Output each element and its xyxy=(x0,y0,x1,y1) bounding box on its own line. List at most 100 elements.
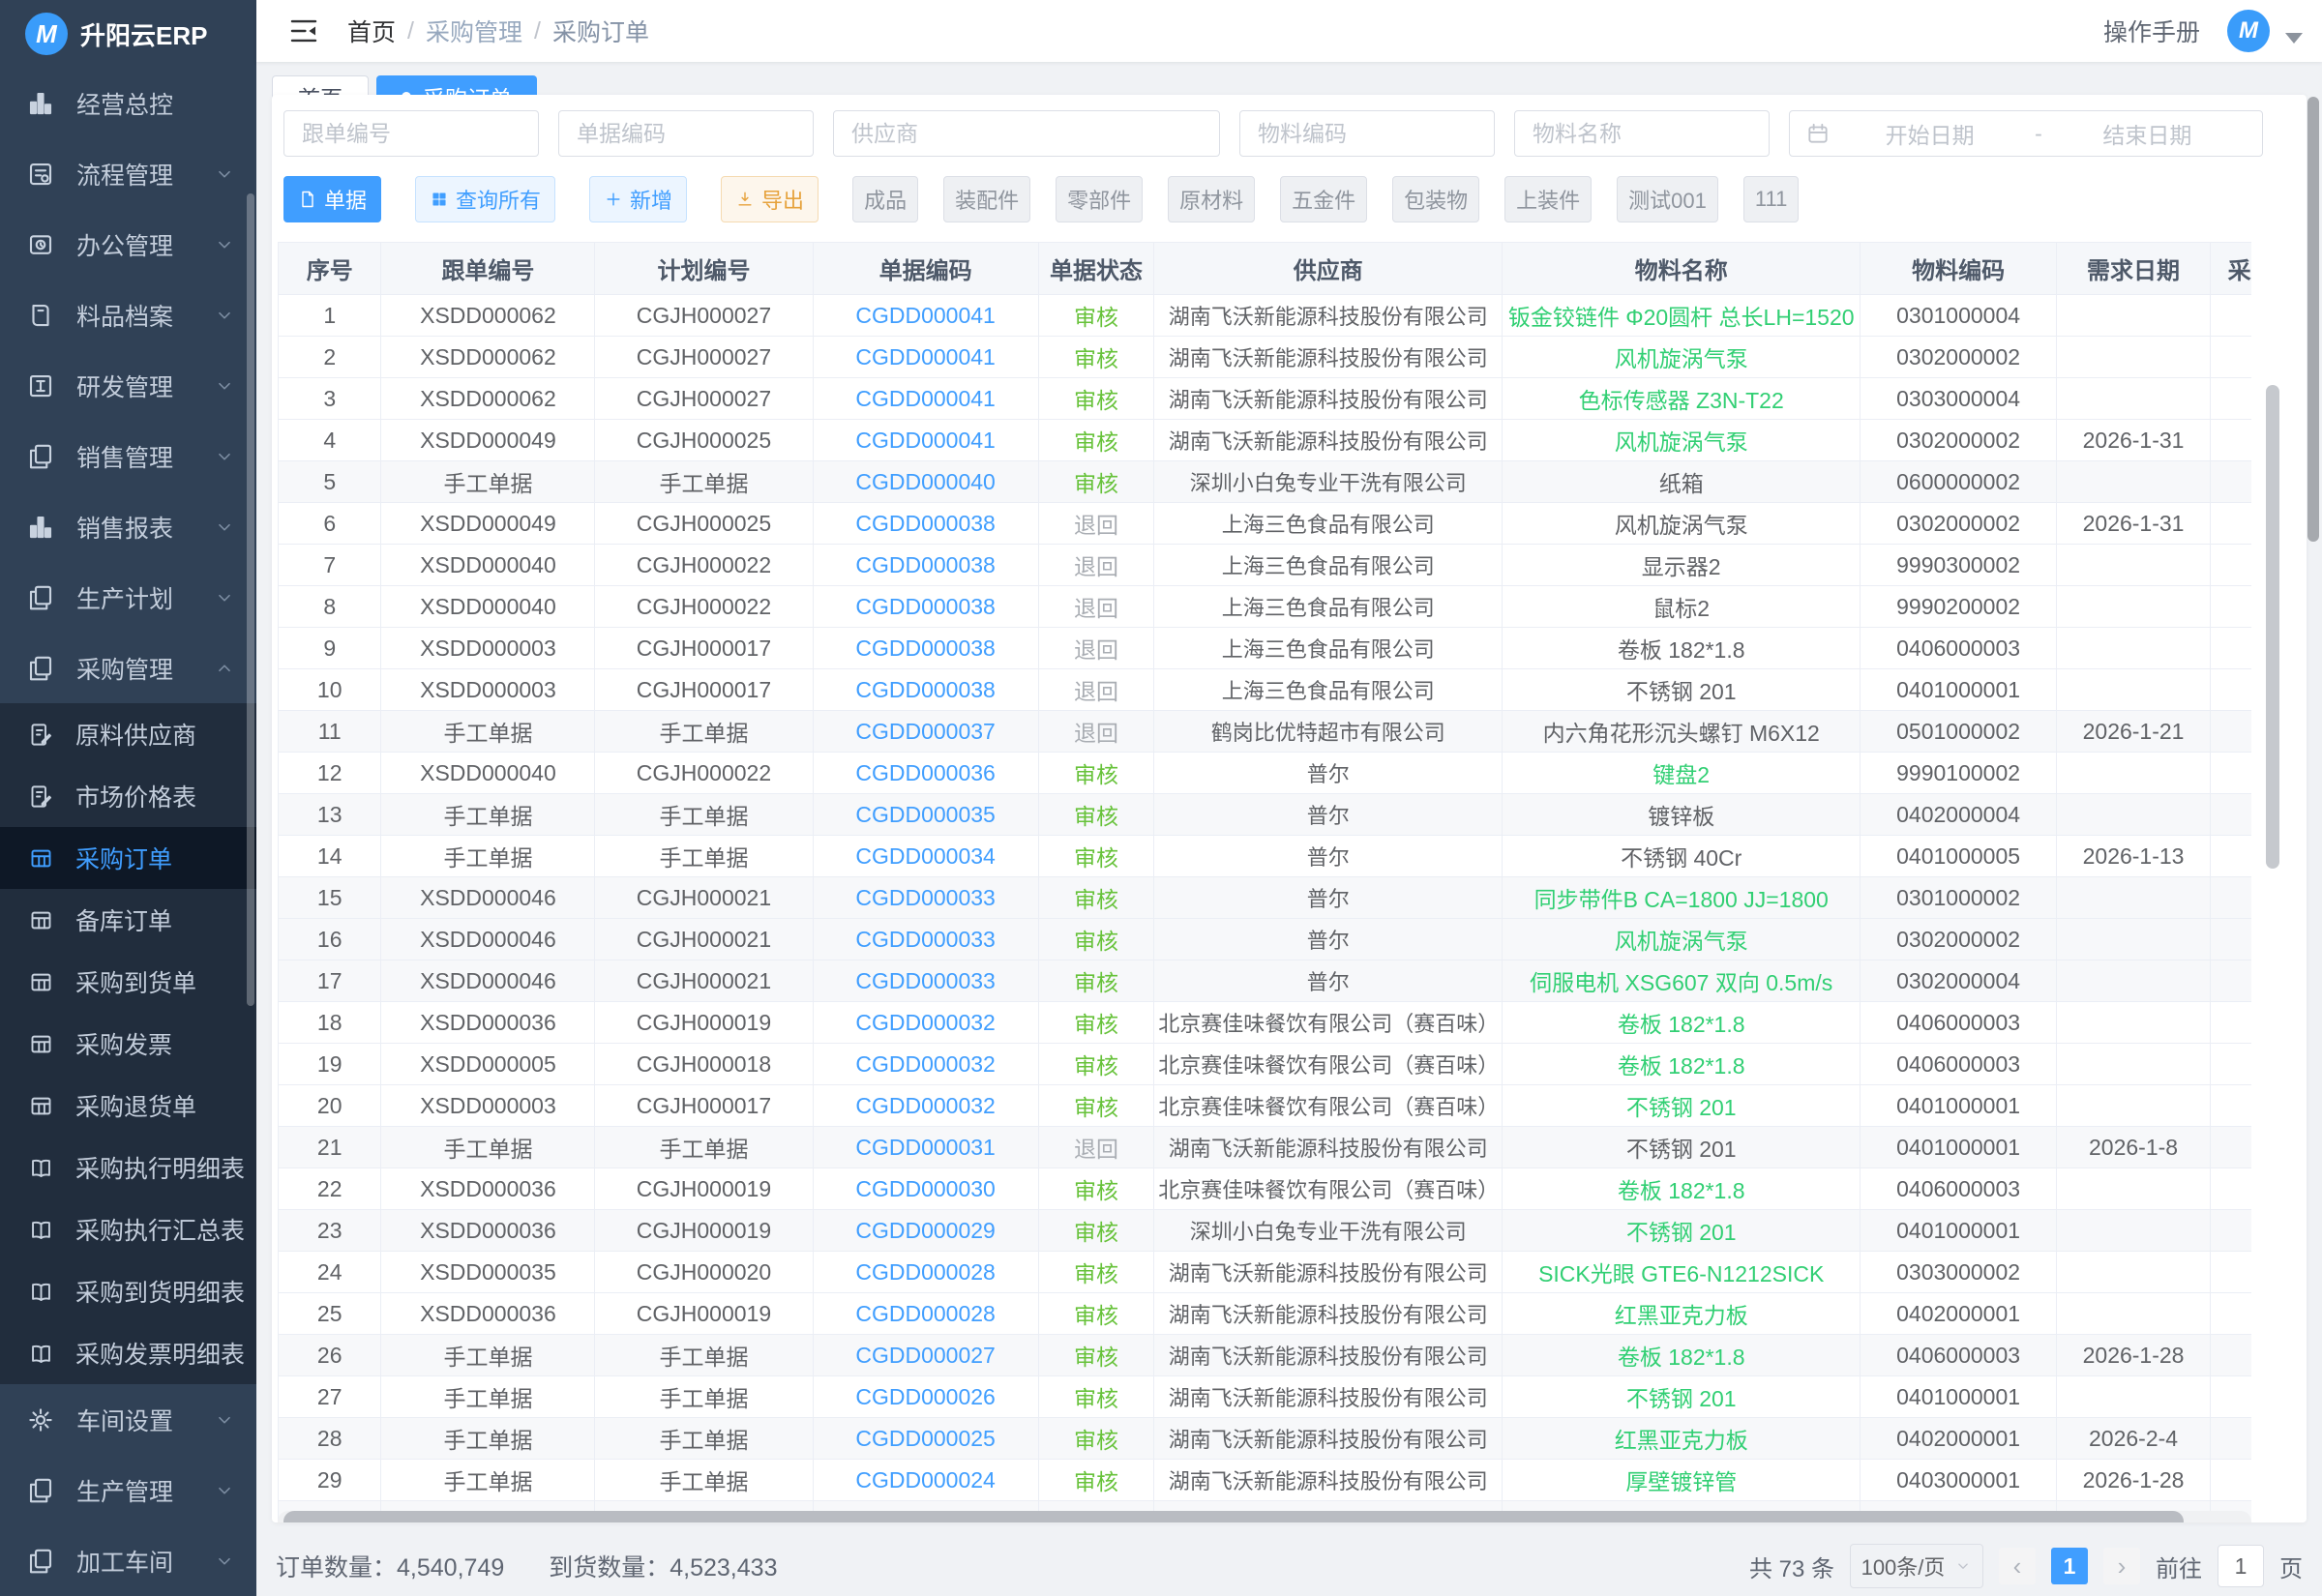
cell-doc-no[interactable]: CGDD000024 xyxy=(813,1460,1038,1501)
sidebar-item-销售管理[interactable]: 销售管理 xyxy=(0,421,256,491)
breadcrumb-home[interactable]: 首页 xyxy=(347,14,396,48)
cell-doc-no[interactable]: CGDD000030 xyxy=(813,1168,1038,1210)
breadcrumb-purchase-order: 采购订单 xyxy=(552,14,649,48)
category-button-五金件[interactable]: 五金件 xyxy=(1280,176,1367,222)
cell-doc-no[interactable]: CGDD000031 xyxy=(813,1127,1038,1168)
sidebar-item-采购到货明细表[interactable]: 采购到货明细表 xyxy=(0,1260,256,1322)
cell-doc-no[interactable]: CGDD000036 xyxy=(813,753,1038,794)
cell-doc-no[interactable]: CGDD000038 xyxy=(813,545,1038,586)
sidebar-item-销售报表[interactable]: 销售报表 xyxy=(0,491,256,562)
cell-doc-no[interactable]: CGDD000038 xyxy=(813,586,1038,628)
cell-doc-no[interactable]: CGDD000033 xyxy=(813,919,1038,961)
cell-doc-no[interactable]: CGDD000029 xyxy=(813,1210,1038,1252)
cell-doc-no[interactable]: CGDD000025 xyxy=(813,1418,1038,1460)
sidebar-item-研发管理[interactable]: 研发管理 xyxy=(0,350,256,421)
cell-doc-no[interactable]: CGDD000041 xyxy=(813,337,1038,378)
cell-doc-no[interactable]: CGDD000035 xyxy=(813,794,1038,836)
date-range-picker[interactable]: 开始日期-结束日期 xyxy=(1789,110,2263,157)
category-button-111[interactable]: 111 xyxy=(1743,176,1799,222)
sidebar-item-市场价格表[interactable]: 市场价格表 xyxy=(0,765,256,827)
category-button-装配件[interactable]: 装配件 xyxy=(943,176,1030,222)
category-button-零部件[interactable]: 零部件 xyxy=(1056,176,1143,222)
cell-doc-no[interactable]: CGDD000028 xyxy=(813,1252,1038,1293)
sidebar-scrollbar[interactable] xyxy=(247,193,254,1006)
cell-doc-no[interactable]: CGDD000033 xyxy=(813,961,1038,1002)
next-page-button[interactable]: › xyxy=(2103,1548,2140,1584)
sidebar-item-经营总控[interactable]: 经营总控 xyxy=(0,68,256,138)
category-button-成品[interactable]: 成品 xyxy=(852,176,918,222)
goto-page-input[interactable] xyxy=(2218,1545,2264,1587)
sidebar-item-采购发票[interactable]: 采购发票 xyxy=(0,1013,256,1075)
sidebar-item-采购执行明细表[interactable]: 采购执行明细表 xyxy=(0,1137,256,1198)
prev-page-button[interactable]: ‹ xyxy=(1999,1548,2036,1584)
category-button-上装件[interactable]: 上装件 xyxy=(1504,176,1592,222)
sidebar-item-料品档案[interactable]: 料品档案 xyxy=(0,280,256,350)
sidebar-item-原料供应商[interactable]: 原料供应商 xyxy=(0,703,256,765)
cell-track-no: XSDD000049 xyxy=(381,420,595,461)
cell-doc-no[interactable]: CGDD000041 xyxy=(813,378,1038,420)
导出-button[interactable]: 导出 xyxy=(721,176,819,222)
cell-index: 29 xyxy=(279,1460,381,1501)
sidebar-item-生产管理[interactable]: 生产管理 xyxy=(0,1455,256,1525)
filter-input-物料编码[interactable] xyxy=(1239,110,1495,157)
查询所有-button[interactable]: 查询所有 xyxy=(415,176,555,222)
sidebar-item-采购订单[interactable]: 采购订单 xyxy=(0,827,256,889)
cell-doc-no[interactable]: CGDD000027 xyxy=(813,1335,1038,1376)
category-button-包装物[interactable]: 包装物 xyxy=(1392,176,1479,222)
sidebar-item-办公管理[interactable]: 办公管理 xyxy=(0,209,256,280)
sidebar-item-采购管理[interactable]: 采购管理 xyxy=(0,633,256,703)
sidebar-item-采购执行汇总表[interactable]: 采购执行汇总表 xyxy=(0,1198,256,1260)
sidebar-item-label: 加工车间 xyxy=(76,1544,214,1579)
cell-doc-no[interactable]: CGDD000038 xyxy=(813,503,1038,545)
sidebar-item-采购到货单[interactable]: 采购到货单 xyxy=(0,951,256,1013)
cell-demand-date xyxy=(2056,753,2210,794)
cell-index: 2 xyxy=(279,337,381,378)
新增-button[interactable]: 新增 xyxy=(589,176,687,222)
cell-doc-no[interactable]: CGDD000034 xyxy=(813,836,1038,877)
category-button-测试001[interactable]: 测试001 xyxy=(1617,176,1718,222)
sidebar-item-车间设置[interactable]: 车间设置 xyxy=(0,1384,256,1455)
cell-doc-no[interactable]: CGDD000037 xyxy=(813,711,1038,753)
horizontal-scrollbar-thumb[interactable] xyxy=(283,1511,2184,1522)
单据-button[interactable]: 单据 xyxy=(283,176,381,222)
cell-doc-no[interactable]: CGDD000032 xyxy=(813,1085,1038,1127)
filter-input-单据编码[interactable] xyxy=(558,110,814,157)
sidebar-item-流程管理[interactable]: 流程管理 xyxy=(0,138,256,209)
sidebar-item-采购发票明细表[interactable]: 采购发票明细表 xyxy=(0,1322,256,1384)
table-vertical-scrollbar-thumb[interactable] xyxy=(2266,385,2279,869)
sidebar-item-label: 料品档案 xyxy=(76,298,214,333)
cell-plan-no: 手工单据 xyxy=(595,1418,813,1460)
page-scrollbar-thumb[interactable] xyxy=(2307,97,2319,542)
cell-doc-no[interactable]: CGDD000040 xyxy=(813,461,1038,503)
filter-input-供应商[interactable] xyxy=(833,110,1220,157)
sidebar-item-采购退货单[interactable]: 采购退货单 xyxy=(0,1075,256,1137)
cell-supplier: 湖南飞沃新能源科技股份有限公司 xyxy=(1154,1460,1503,1501)
cell-doc-no[interactable]: CGDD000032 xyxy=(813,1044,1038,1085)
pages-icon xyxy=(26,583,55,612)
page-size-select[interactable]: 100条/页 xyxy=(1850,1544,1983,1588)
current-page-button[interactable]: 1 xyxy=(2051,1548,2088,1584)
sidebar-collapse-icon[interactable] xyxy=(287,15,320,47)
cell-doc-no[interactable]: CGDD000041 xyxy=(813,295,1038,337)
sidebar-item-生产计划[interactable]: 生产计划 xyxy=(0,562,256,633)
cell-track-no: XSDD000046 xyxy=(381,961,595,1002)
category-button-原材料[interactable]: 原材料 xyxy=(1168,176,1255,222)
cell-plan-no: CGJH000025 xyxy=(595,503,813,545)
cell-doc-no[interactable]: CGDD000033 xyxy=(813,877,1038,919)
avatar[interactable]: M xyxy=(2227,10,2270,52)
cell-doc-no[interactable]: CGDD000026 xyxy=(813,1376,1038,1418)
cell-doc-no[interactable]: CGDD000038 xyxy=(813,628,1038,669)
cell-doc-no[interactable]: CGDD000041 xyxy=(813,420,1038,461)
sidebar-item-备库订单[interactable]: 备库订单 xyxy=(0,889,256,951)
cell-doc-no[interactable]: CGDD000032 xyxy=(813,1002,1038,1044)
manual-link[interactable]: 操作手册 xyxy=(2103,14,2200,48)
avatar-caret-icon[interactable] xyxy=(2285,33,2303,44)
sidebar-item-加工车间[interactable]: 加工车间 xyxy=(0,1525,256,1596)
breadcrumb-purchase-mgmt[interactable]: 采购管理 xyxy=(426,14,522,48)
cell-doc-no[interactable]: CGDD000038 xyxy=(813,669,1038,711)
filter-input-跟单编号[interactable] xyxy=(283,110,539,157)
cell-purchase-qty xyxy=(2211,378,2251,420)
cell-doc-no[interactable]: CGDD000028 xyxy=(813,1293,1038,1335)
filter-input-物料名称[interactable] xyxy=(1514,110,1770,157)
purchase-order-table: 序号跟单编号计划编号单据编码单据状态供应商物料名称物料编码需求日期采购数量 1X… xyxy=(278,242,2251,1522)
